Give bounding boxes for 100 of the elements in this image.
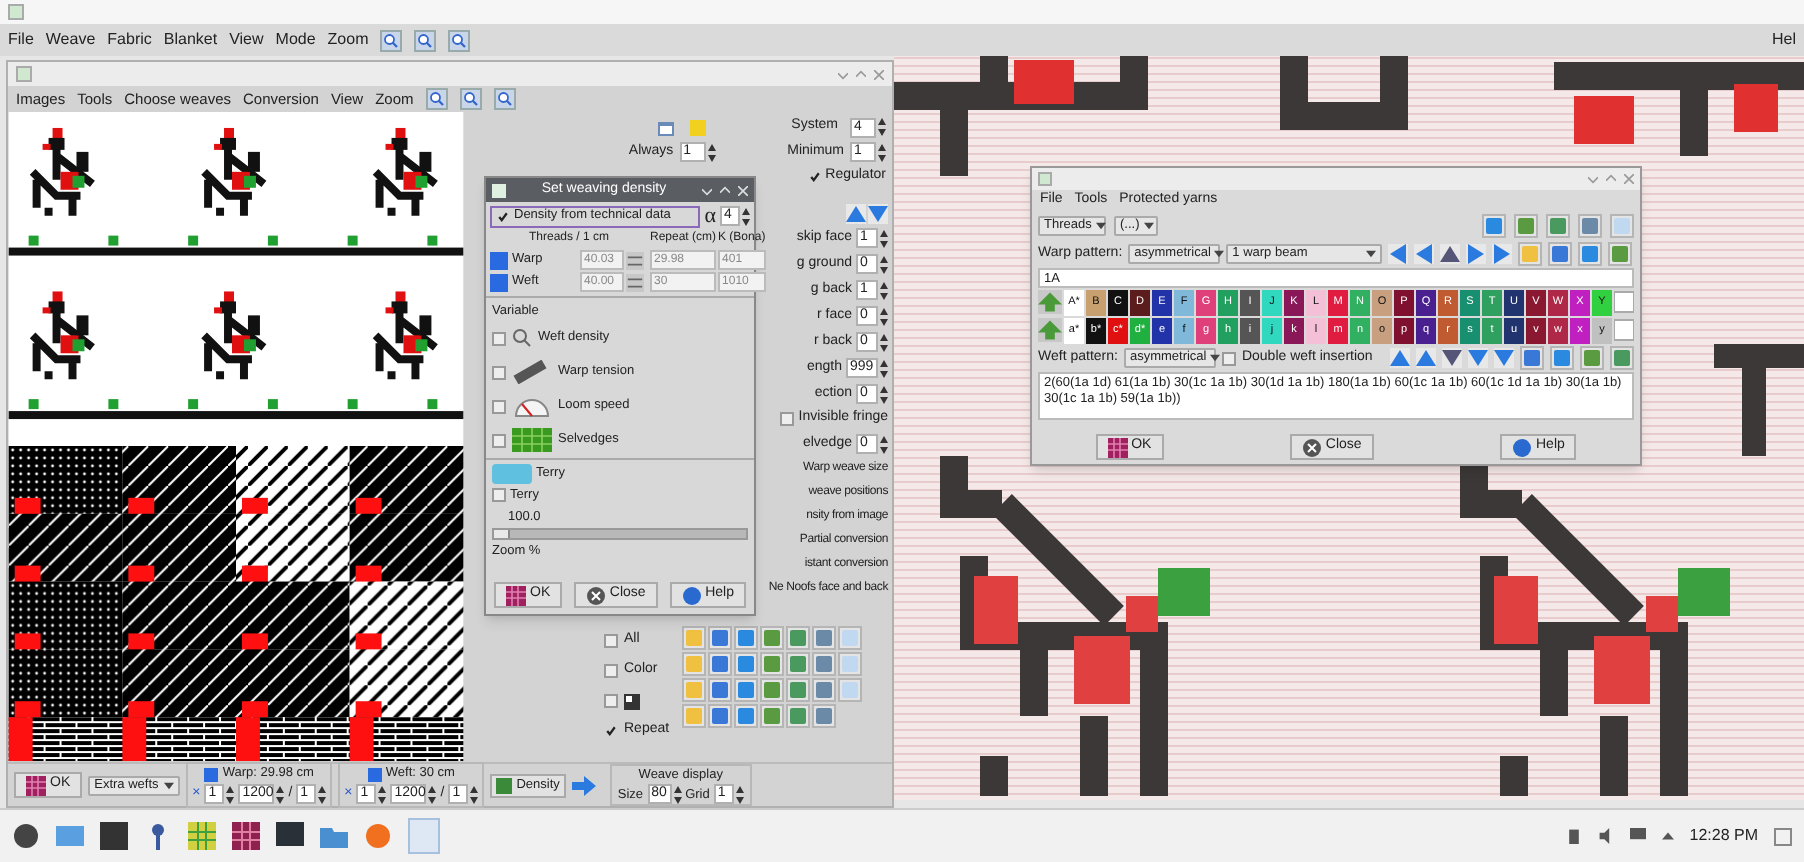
tool-button[interactable] [759, 678, 784, 702]
arrow-icon[interactable] [1416, 348, 1436, 368]
close-icon[interactable] [874, 69, 884, 79]
checkbox[interactable] [496, 209, 510, 223]
arrow-icon[interactable] [1440, 244, 1461, 264]
swap-icon[interactable] [626, 273, 644, 291]
battery-icon[interactable] [1565, 828, 1582, 844]
tool-button[interactable] [837, 626, 862, 650]
tool-button[interactable] [681, 678, 706, 702]
spinner-arrows-icon[interactable] [880, 333, 888, 351]
tool-button[interactable] [681, 652, 706, 676]
tool-button[interactable] [681, 626, 706, 650]
spinner-arrows-icon[interactable] [378, 785, 387, 804]
checkbox[interactable] [807, 170, 822, 184]
zoom-icon[interactable] [493, 88, 516, 110]
spinner-arrows-icon[interactable] [878, 143, 886, 161]
spinner-arrows-icon[interactable] [707, 143, 716, 161]
checkbox[interactable] [492, 365, 506, 380]
tool-button[interactable] [785, 626, 810, 650]
spinner-arrows-icon[interactable] [880, 229, 888, 247]
tool-button[interactable] [1548, 242, 1573, 266]
spinner-arrows-icon[interactable] [318, 785, 327, 804]
tool-button[interactable] [707, 704, 732, 728]
calendar-icon[interactable] [655, 117, 676, 137]
swatch-icon[interactable] [1614, 290, 1634, 314]
tool-button[interactable] [1550, 346, 1574, 370]
checkbox[interactable] [492, 399, 506, 414]
tool-button[interactable] [1520, 346, 1544, 370]
taskbar-button[interactable] [408, 818, 440, 854]
tool-button[interactable] [733, 652, 758, 676]
tool-button[interactable] [759, 652, 784, 676]
tool-button[interactable] [707, 652, 732, 676]
spinner-arrows-icon[interactable] [880, 385, 888, 403]
spinner-arrows-icon[interactable] [742, 207, 750, 225]
tool-button[interactable] [785, 652, 810, 676]
maximize-icon[interactable] [1606, 174, 1616, 184]
zoom-icon[interactable] [459, 88, 482, 110]
arrow-icon[interactable] [1494, 348, 1514, 368]
monitor-icon[interactable] [276, 822, 304, 850]
zoom-icon[interactable] [380, 29, 403, 51]
minimize-icon[interactable] [1588, 174, 1598, 184]
close-icon[interactable] [1624, 174, 1634, 184]
checkbox[interactable] [1221, 351, 1236, 365]
tool-button[interactable] [837, 652, 862, 676]
spinner-arrows-icon[interactable] [276, 785, 285, 804]
tool-button[interactable] [811, 626, 836, 650]
arrow-icon[interactable] [1388, 244, 1409, 264]
checkbox[interactable] [604, 694, 618, 708]
grid-icon[interactable] [188, 822, 216, 850]
tool-button[interactable] [1608, 242, 1633, 266]
folder-icon[interactable] [320, 822, 348, 850]
menu-item[interactable]: Zoom [327, 28, 369, 52]
tool-button[interactable] [1580, 346, 1604, 370]
tool-button[interactable] [1546, 214, 1570, 238]
tool-button[interactable] [1578, 214, 1602, 238]
grid-icon[interactable] [232, 822, 260, 850]
tool-button[interactable] [681, 704, 706, 728]
tool-button[interactable] [1518, 242, 1543, 266]
spinner-arrows-icon[interactable] [880, 281, 888, 299]
checkbox[interactable] [604, 664, 618, 678]
checkbox[interactable] [492, 488, 506, 503]
minimize-icon[interactable] [838, 69, 848, 79]
circle-icon[interactable] [12, 822, 40, 850]
tool-button[interactable] [785, 704, 810, 728]
checkbox[interactable] [492, 433, 506, 448]
tool-button[interactable] [707, 626, 732, 650]
speaker-icon[interactable] [1597, 828, 1614, 844]
tool-button[interactable] [733, 704, 758, 728]
tool-button[interactable] [759, 704, 784, 728]
tool-button[interactable] [1482, 214, 1506, 238]
tool-button[interactable] [811, 704, 836, 728]
tool-button[interactable] [1610, 214, 1634, 238]
spinner-arrows-icon[interactable] [878, 118, 886, 136]
spinner-arrows-icon[interactable] [880, 435, 888, 453]
tool-button[interactable] [1610, 346, 1634, 370]
clock[interactable]: 12:28 PM [1689, 824, 1758, 848]
arrow-icon[interactable] [1468, 348, 1488, 368]
spinner-arrows-icon[interactable] [880, 255, 888, 273]
checkbox[interactable] [492, 331, 506, 346]
tool-button[interactable] [707, 678, 732, 702]
arrow-icon[interactable] [846, 204, 866, 224]
menu-item[interactable]: Mode [275, 28, 316, 52]
tool-button[interactable] [733, 626, 758, 650]
tool-button[interactable] [759, 626, 784, 650]
maximize-icon[interactable] [856, 69, 866, 79]
tool-button[interactable] [733, 678, 758, 702]
checkbox[interactable] [604, 724, 618, 738]
menu-item[interactable]: View [229, 28, 264, 52]
checkbox[interactable] [780, 412, 795, 426]
spinner-arrows-icon[interactable] [673, 785, 682, 804]
arrow-icon[interactable] [1442, 348, 1462, 368]
spinner-arrows-icon[interactable] [880, 359, 888, 377]
checkbox[interactable] [604, 634, 618, 648]
swap-icon[interactable] [626, 251, 644, 269]
tool-button[interactable] [811, 652, 836, 676]
menu-item[interactable]: Fabric [107, 28, 152, 52]
menu-item[interactable]: File [8, 28, 34, 52]
zoom-icon[interactable] [425, 88, 448, 110]
tool-button[interactable] [1578, 242, 1603, 266]
tool-button[interactable] [837, 678, 862, 702]
